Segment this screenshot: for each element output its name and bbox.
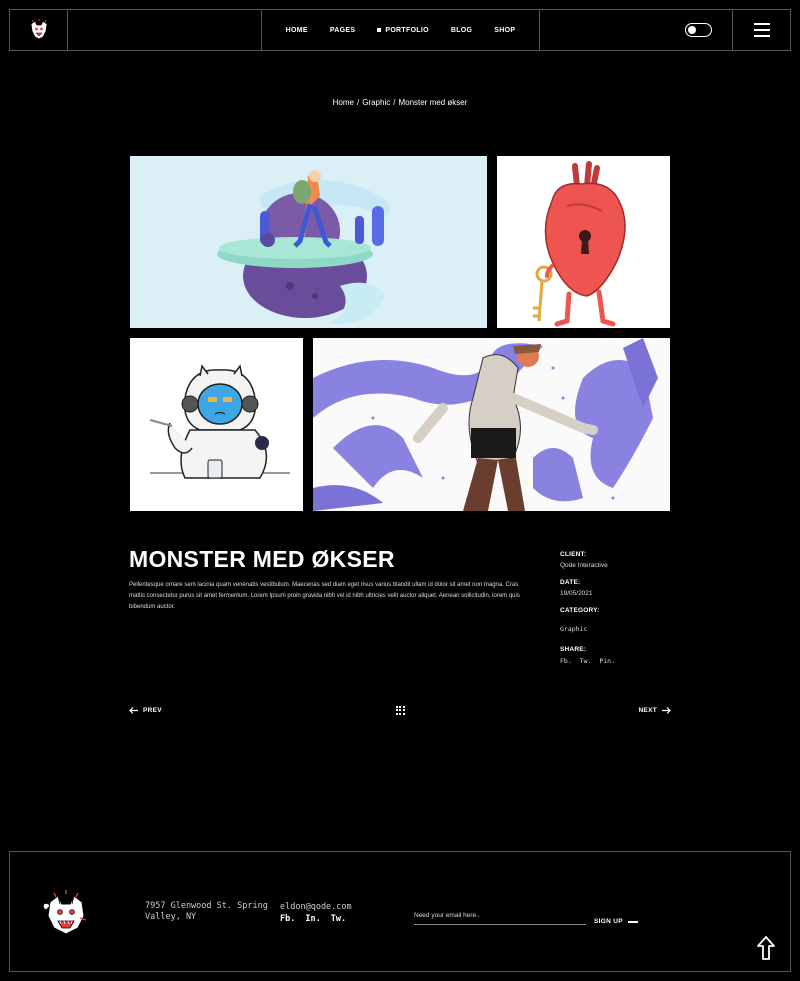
- project-title: MONSTER MED ØKSER: [129, 546, 395, 572]
- grid-view-icon[interactable]: [395, 705, 405, 715]
- footer-contact: eldon@qode.com Fb. In. Tw.: [280, 901, 356, 925]
- logo-cell[interactable]: [10, 10, 68, 50]
- floating-island-illustration: [130, 156, 487, 328]
- next-button[interactable]: NEXT: [638, 707, 671, 714]
- nav-portfolio[interactable]: PORTFOLIO: [366, 27, 440, 34]
- arrow-left-icon: [129, 706, 138, 714]
- nav-home-label: HOME: [285, 26, 308, 34]
- share-links: Fb. Tw. Pin.: [560, 657, 680, 665]
- project-description: Pellentesque ornare sem lacinia quam ven…: [129, 582, 520, 610]
- nav-shop[interactable]: SHOP: [483, 27, 526, 34]
- breadcrumb-current: Monster med økser: [398, 98, 468, 107]
- meta-category: CATEGORY: Graphic: [560, 607, 680, 636]
- nav-pages[interactable]: PAGES: [319, 27, 367, 34]
- newsletter-email-input[interactable]: [414, 909, 586, 925]
- nav-portfolio-label: PORTFOLIO: [385, 26, 429, 34]
- dark-mode-toggle[interactable]: [685, 23, 712, 37]
- active-dot-icon: [377, 28, 382, 32]
- footer-email-link[interactable]: eldon@qode.com: [280, 902, 352, 912]
- main-nav: HOME PAGES PORTFOLIO BLOG SHOP: [262, 10, 540, 50]
- heart-with-key-illustration: [497, 156, 670, 328]
- man-with-hands-illustration: [313, 338, 670, 511]
- project-pager: PREV NEXT: [129, 704, 671, 716]
- meta-share-label: SHARE:: [560, 646, 587, 653]
- footer-instagram-link[interactable]: In.: [305, 914, 320, 924]
- breadcrumb: Home / Graphic / Monster med økser: [0, 98, 800, 107]
- arrow-right-icon: [661, 706, 671, 714]
- meta-client: CLIENT: Qode Interactive: [560, 551, 680, 569]
- hamburger-icon[interactable]: [753, 23, 770, 37]
- site-footer: 7957 Glenwood St. Spring Valley, NY eldo…: [9, 851, 791, 972]
- breadcrumb-home[interactable]: Home: [333, 98, 354, 107]
- meta-client-value: Qode Interactive: [560, 562, 608, 569]
- share-twitter[interactable]: Tw.: [580, 657, 592, 665]
- fox-mascot-logo-icon[interactable]: [40, 888, 90, 938]
- meta-date-label: DATE:: [560, 579, 581, 586]
- site-header: HOME PAGES PORTFOLIO BLOG SHOP: [9, 9, 791, 51]
- nav-shop-label: SHOP: [494, 26, 516, 34]
- gallery-image-island[interactable]: [130, 156, 487, 328]
- prev-button[interactable]: PREV: [129, 707, 162, 714]
- nav-blog[interactable]: BLOG: [440, 27, 483, 34]
- meta-date-value: 19/05/2021: [560, 590, 593, 597]
- footer-twitter-link[interactable]: Tw.: [331, 914, 346, 924]
- header-spacer: [68, 10, 262, 50]
- meta-category-label: CATEGORY:: [560, 607, 600, 614]
- share-facebook[interactable]: Fb.: [560, 657, 572, 665]
- prev-label: PREV: [143, 706, 162, 714]
- meta-share: SHARE: Fb. Tw. Pin.: [560, 646, 680, 665]
- breadcrumb-graphic[interactable]: Graphic: [362, 98, 390, 107]
- breadcrumb-separator: /: [356, 98, 360, 107]
- nav-home[interactable]: HOME: [275, 27, 319, 34]
- gallery-image-astronaut[interactable]: [130, 338, 303, 511]
- gallery-image-heart[interactable]: [497, 156, 670, 328]
- scroll-to-top-icon[interactable]: [754, 935, 778, 961]
- astronaut-cat-illustration: [130, 338, 303, 511]
- dash-icon: [627, 920, 638, 923]
- signup-button[interactable]: SIGN UP: [594, 918, 638, 925]
- meta-date: DATE: 19/05/2021: [560, 579, 680, 597]
- toggle-knob-icon: [688, 26, 696, 34]
- header-right: [540, 10, 733, 50]
- footer-address: 7957 Glenwood St. Spring Valley, NY: [145, 901, 268, 922]
- fox-logo-icon[interactable]: [27, 18, 51, 42]
- nav-pages-label: PAGES: [329, 26, 356, 34]
- gallery-image-hands[interactable]: [313, 338, 670, 511]
- signup-label: SIGN UP: [594, 918, 623, 925]
- next-label: NEXT: [638, 706, 657, 714]
- share-pinterest[interactable]: Pin.: [599, 657, 615, 665]
- footer-social: Fb. In. Tw.: [280, 913, 356, 925]
- meta-client-label: CLIENT:: [560, 551, 587, 558]
- footer-facebook-link[interactable]: Fb.: [280, 914, 295, 924]
- newsletter-form: SIGN UP: [414, 909, 644, 925]
- project-meta: CLIENT: Qode Interactive DATE: 19/05/202…: [560, 551, 680, 675]
- nav-blog-label: BLOG: [450, 26, 473, 34]
- menu-button[interactable]: [733, 10, 790, 50]
- breadcrumb-separator: /: [393, 98, 396, 107]
- meta-category-link[interactable]: Graphic: [560, 625, 587, 633]
